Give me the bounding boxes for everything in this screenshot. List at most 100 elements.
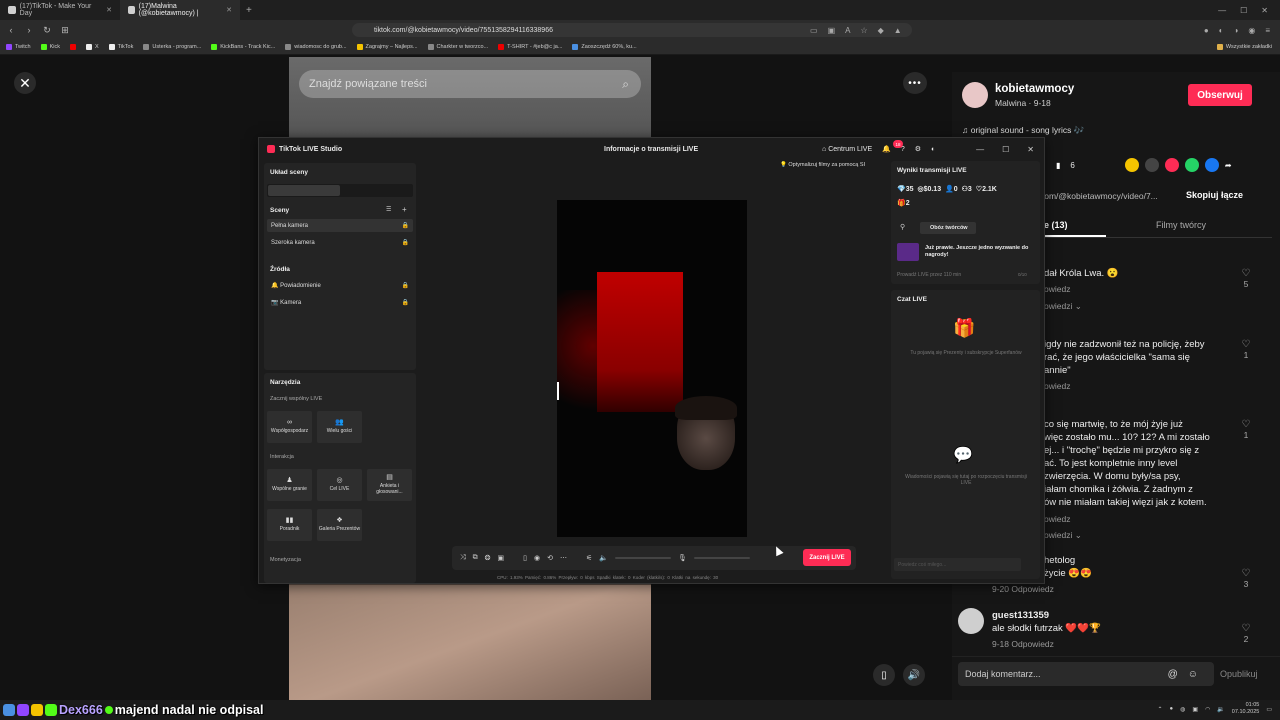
lock-icon[interactable]: 🔒: [402, 282, 409, 289]
extension-icon[interactable]: ◐: [1219, 26, 1224, 35]
caption-icon[interactable]: ▣: [497, 554, 504, 562]
maximize-icon[interactable]: ☐: [1002, 145, 1009, 154]
creator-camp-button[interactable]: Obóz twórców: [920, 222, 976, 234]
close-video-button[interactable]: ✕: [14, 72, 36, 94]
rotate-icon[interactable]: ⟲: [547, 554, 553, 562]
whatsapp-icon[interactable]: [1184, 158, 1199, 172]
live-center-link[interactable]: ⌂ Centrum LIVE: [822, 146, 872, 153]
speaker-icon[interactable]: 🔈: [599, 554, 608, 562]
new-tab-icon[interactable]: +: [240, 5, 258, 16]
volume-icon[interactable]: 🔉: [1217, 706, 1224, 713]
reload-icon[interactable]: ↻: [40, 25, 54, 36]
bookmark-item[interactable]: Charkter w tworzco...: [427, 44, 488, 50]
browser-tab[interactable]: (17)TikTok - Make Your Day ✕: [0, 0, 120, 20]
scene-item[interactable]: Szeroka kamera 🔒: [267, 236, 413, 249]
camera-preview[interactable]: [557, 200, 747, 537]
bookmark-icon[interactable]: ▮: [1056, 161, 1060, 170]
reply-link[interactable]: 9-18 Odpowiedz: [992, 638, 1182, 651]
chevron-up-icon[interactable]: ⌃: [1157, 706, 1162, 713]
minimize-icon[interactable]: —: [976, 145, 984, 154]
reply-link[interactable]: 9-20 Odpowiedz: [992, 583, 1182, 596]
like-button[interactable]: ♡ 1: [1240, 339, 1252, 360]
wifi-icon[interactable]: ◠: [1205, 706, 1210, 713]
song-link[interactable]: ♫ original sound - song lyrics 🎶: [962, 125, 1084, 136]
settings-icon[interactable]: ⚙: [915, 145, 921, 153]
like-button[interactable]: ♡ 1: [1240, 419, 1252, 440]
effects-icon[interactable]: ❂: [485, 554, 491, 562]
layout-toggle[interactable]: [267, 184, 413, 197]
related-search-input[interactable]: Znajdź powiązane treści ⌕: [299, 70, 641, 98]
app-tray-icon[interactable]: ▣: [1192, 706, 1198, 713]
shield-icon[interactable]: ◆: [878, 26, 884, 35]
bookmark-item[interactable]: Zaoszczędź 60%, ku...: [572, 44, 637, 50]
mic-volume-slider[interactable]: [693, 557, 750, 559]
screenshot-icon[interactable]: ▣: [828, 26, 836, 35]
comment-username[interactable]: guest131359: [992, 609, 1182, 622]
download-icon[interactable]: ▭: [810, 26, 818, 35]
portrait-layout[interactable]: [268, 185, 340, 196]
avatar[interactable]: [962, 82, 988, 108]
mic-icon[interactable]: 🎙: [678, 554, 687, 562]
reply-link[interactable]: owiedz: [1044, 513, 1234, 526]
more-icon[interactable]: ⋯: [560, 554, 567, 562]
layers-icon[interactable]: ⧉: [473, 554, 478, 562]
view-replies[interactable]: owiedzi ⌄: [1044, 529, 1234, 542]
coin-icon[interactable]: [1124, 158, 1139, 172]
view-replies[interactable]: owiedzi ⌄: [1044, 300, 1234, 313]
app-tray-icon[interactable]: ●: [1170, 706, 1174, 712]
bookmark-item[interactable]: Usterka - program...: [143, 44, 201, 50]
profile-icon[interactable]: ◐: [931, 146, 935, 153]
bookmark-item[interactable]: TikTok: [108, 44, 133, 50]
phone-icon[interactable]: ▯: [523, 554, 527, 562]
bookmark-item[interactable]: Zagrajmy – Najleps...: [356, 44, 418, 50]
bookmark-item[interactable]: KickBans - Track Kic...: [211, 44, 275, 50]
bookmark-item[interactable]: Twitch: [6, 44, 31, 50]
stream-info-title[interactable]: Informacje o transmisji LIVE: [604, 146, 698, 153]
mention-emoji-icons[interactable]: @☺: [1168, 669, 1208, 680]
add-scene-icon[interactable]: +: [402, 205, 407, 214]
optimize-ai-button[interactable]: 💡 Optymalizuj filmy za pomocą SI: [780, 162, 865, 168]
publish-button[interactable]: Opublikuj: [1220, 669, 1258, 679]
reply-link[interactable]: owiedz: [1044, 283, 1234, 296]
speaker-volume-slider[interactable]: [614, 557, 671, 559]
bell-icon[interactable]: 🔔: [882, 145, 891, 153]
lock-icon[interactable]: 🔒: [402, 222, 409, 229]
send-icon[interactable]: [1164, 158, 1179, 172]
go-live-button[interactable]: Zacznij LIVE: [803, 549, 851, 566]
minimize-icon[interactable]: —: [1218, 6, 1226, 15]
tab-creator-videos[interactable]: Filmy twórcy: [1156, 220, 1206, 230]
search-icon[interactable]: ⌕: [622, 77, 629, 92]
creator-username[interactable]: kobietawmocy: [995, 83, 1074, 95]
browser-tab-active[interactable]: (17)Malwina (@kobietawmocy) | ✕: [120, 0, 240, 20]
cohost-tool[interactable]: ∞ Współgospodarz: [267, 411, 312, 443]
bookmark-item[interactable]: [69, 44, 76, 50]
reply-link[interactable]: owiedz: [1044, 380, 1234, 393]
mixer-icon[interactable]: ⚟: [586, 554, 592, 562]
record-icon[interactable]: ◉: [534, 554, 540, 562]
clock[interactable]: 01:05 07.10.2025: [1232, 702, 1260, 716]
avatar[interactable]: [958, 608, 984, 634]
bookmark-item[interactable]: X: [85, 44, 99, 50]
menu-icon[interactable]: ≡: [1265, 26, 1270, 35]
close-window-icon[interactable]: ✕: [1027, 145, 1034, 154]
warning-icon[interactable]: ▲: [894, 26, 902, 35]
guide-tool[interactable]: ▮▮ Poradnik: [267, 509, 312, 541]
bookmark-item[interactable]: T-SHIRT - #jeb@c ja...: [498, 44, 562, 50]
source-item[interactable]: 📷 Kamera 🔒: [267, 296, 413, 309]
shuffle-icon[interactable]: ⤨: [460, 554, 466, 562]
gift-gallery-tool[interactable]: ❖ Galeria Prezentów: [317, 509, 362, 541]
bookmark-item[interactable]: Kick: [40, 44, 60, 50]
chat-input[interactable]: Powiedz coś miłego...: [894, 558, 1021, 571]
miniplayer-icon[interactable]: ▯: [873, 664, 895, 686]
poll-tool[interactable]: ▤ Ankieta i głosowani...: [367, 469, 412, 501]
notifications-icon[interactable]: ▭: [1266, 706, 1272, 713]
list-icon[interactable]: ☰: [386, 206, 391, 213]
embed-icon[interactable]: [1144, 158, 1159, 172]
tab-close-icon[interactable]: ✕: [106, 6, 112, 14]
extension-icon[interactable]: ◉: [1248, 26, 1255, 35]
maximize-icon[interactable]: ☐: [1240, 6, 1247, 15]
facebook-icon[interactable]: [1204, 158, 1219, 172]
translate-icon[interactable]: A: [845, 26, 850, 35]
like-button[interactable]: ♡ 2: [1240, 623, 1252, 644]
forward-icon[interactable]: ›: [22, 25, 36, 35]
